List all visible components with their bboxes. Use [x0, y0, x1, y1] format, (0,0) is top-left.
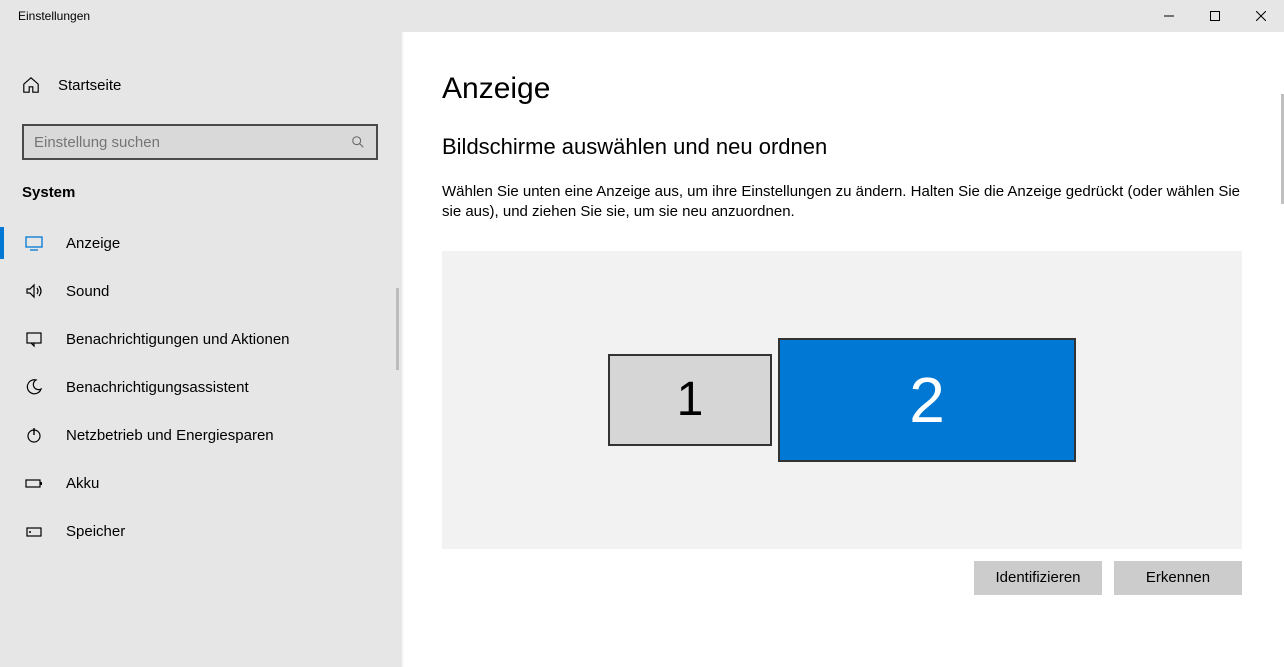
- moon-icon: [24, 377, 44, 397]
- sidebar-scrollbar[interactable]: [396, 288, 399, 370]
- identify-button[interactable]: Identifizieren: [974, 561, 1102, 595]
- home-label: Startseite: [58, 77, 121, 94]
- window-controls: [1146, 0, 1284, 32]
- sidebar-item-benachrichtigungen[interactable]: Benachrichtigungen und Aktionen: [0, 315, 400, 363]
- category-header: System: [0, 180, 400, 219]
- monitor-icon: [24, 233, 44, 253]
- maximize-icon: [1210, 11, 1220, 21]
- display-arrangement[interactable]: 1 2: [442, 251, 1242, 549]
- sidebar: Startseite System Anzeige Sound Ben: [0, 32, 400, 667]
- close-button[interactable]: [1238, 0, 1284, 32]
- sidebar-item-sound[interactable]: Sound: [0, 267, 400, 315]
- notifications-icon: [24, 329, 44, 349]
- section-title: Bildschirme auswählen und neu ordnen: [442, 134, 1242, 160]
- sidebar-item-akku[interactable]: Akku: [0, 459, 400, 507]
- page-title: Anzeige: [442, 72, 1242, 106]
- home-link[interactable]: Startseite: [0, 64, 400, 106]
- close-icon: [1256, 11, 1266, 21]
- sidebar-item-speicher[interactable]: Speicher: [0, 507, 400, 555]
- sidebar-item-label: Benachrichtigungsassistent: [66, 379, 249, 396]
- detect-button[interactable]: Erkennen: [1114, 561, 1242, 595]
- content-pane: Anzeige Bildschirme auswählen und neu or…: [400, 32, 1284, 667]
- monitor-1[interactable]: 1: [608, 354, 772, 446]
- minimize-button[interactable]: [1146, 0, 1192, 32]
- titlebar: Einstellungen: [0, 0, 1284, 32]
- power-icon: [24, 425, 44, 445]
- nav-list: Anzeige Sound Benachrichtigungen und Akt…: [0, 219, 400, 555]
- maximize-button[interactable]: [1192, 0, 1238, 32]
- minimize-icon: [1164, 11, 1174, 21]
- action-row: Identifizieren Erkennen: [442, 549, 1242, 595]
- sidebar-item-label: Netzbetrieb und Energiesparen: [66, 427, 274, 444]
- battery-icon: [24, 473, 44, 493]
- search-box[interactable]: [22, 124, 378, 160]
- sidebar-item-label: Benachrichtigungen und Aktionen: [66, 331, 290, 348]
- sidebar-item-netzbetrieb[interactable]: Netzbetrieb und Energiesparen: [0, 411, 400, 459]
- sidebar-item-label: Speicher: [66, 523, 125, 540]
- search-input[interactable]: [24, 134, 340, 151]
- sidebar-item-label: Akku: [66, 475, 99, 492]
- storage-icon: [24, 521, 44, 541]
- scrollbar[interactable]: [1280, 32, 1284, 667]
- sidebar-item-label: Sound: [66, 283, 109, 300]
- monitor-2[interactable]: 2: [778, 338, 1076, 462]
- sidebar-item-benachrichtigungsassistent[interactable]: Benachrichtigungsassistent: [0, 363, 400, 411]
- window-title: Einstellungen: [0, 9, 1146, 23]
- section-description: Wählen Sie unten eine Anzeige aus, um ih…: [442, 182, 1242, 223]
- sound-icon: [24, 281, 44, 301]
- sidebar-item-label: Anzeige: [66, 235, 120, 252]
- search-icon: [340, 135, 376, 149]
- sidebar-item-anzeige[interactable]: Anzeige: [0, 219, 400, 267]
- home-icon: [22, 76, 40, 94]
